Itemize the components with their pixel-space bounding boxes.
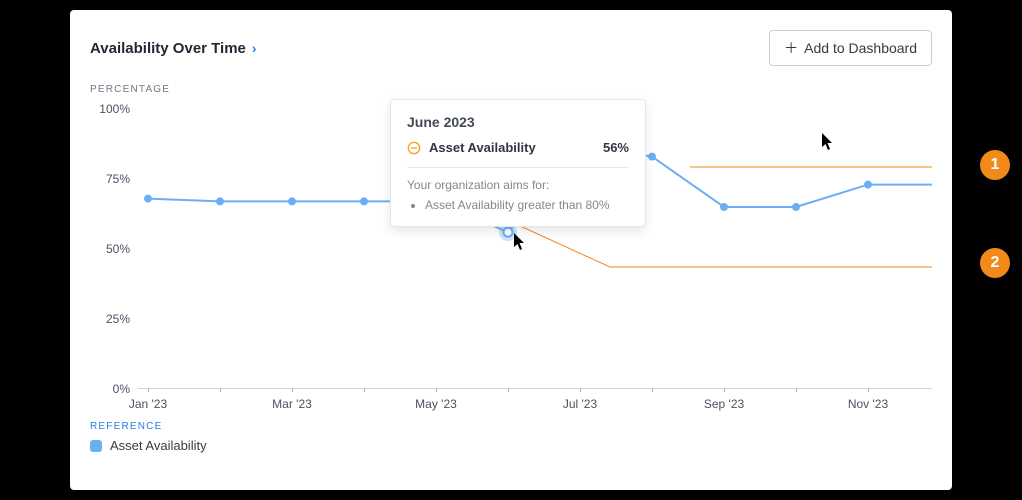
chevron-right-icon: ›	[252, 40, 257, 56]
card-header: Availability Over Time › ＋ Add to Dashbo…	[90, 30, 932, 66]
y-axis-label: PERCENTAGE	[90, 84, 932, 95]
legend-swatch	[90, 440, 102, 452]
tooltip-context: Your organization aims for: Asset Availa…	[407, 168, 629, 212]
legend-title: REFERENCE	[90, 421, 932, 432]
x-tick: Nov '23	[848, 397, 888, 411]
card-title: Availability Over Time	[90, 40, 246, 57]
y-tick: 25%	[90, 312, 130, 326]
callout-2-label: 2	[991, 254, 1000, 272]
tooltip-series-value: 56%	[603, 140, 629, 155]
x-tick: Jan '23	[129, 397, 167, 411]
x-tick: Sep '23	[704, 397, 744, 411]
y-tick: 75%	[90, 172, 130, 186]
tooltip-context-label: Your organization aims for:	[407, 178, 629, 192]
add-button-label: Add to Dashboard	[804, 40, 917, 56]
legend-item[interactable]: Asset Availability	[90, 438, 932, 453]
x-tick: Jul '23	[563, 397, 597, 411]
tooltip-series-label: Asset Availability	[429, 140, 536, 155]
tooltip-context-goal: Asset Availability greater than 80%	[425, 198, 629, 212]
callout-2: 2	[980, 248, 1010, 278]
tooltip-row: Asset Availability 56%	[407, 140, 629, 168]
add-to-dashboard-button[interactable]: ＋ Add to Dashboard	[769, 30, 932, 66]
callout-1-label: 1	[991, 156, 1000, 174]
x-tick: May '23	[415, 397, 457, 411]
plus-icon: ＋	[784, 38, 798, 58]
tooltip-title: June 2023	[407, 114, 629, 130]
y-tick: 0%	[90, 382, 130, 396]
plot-wrap: 0% 25% 50% 75% 100% Jan '23 Mar '23 May …	[90, 99, 932, 409]
callout-1: 1	[980, 150, 1010, 180]
chart-card: Availability Over Time › ＋ Add to Dashbo…	[70, 10, 952, 490]
card-title-link[interactable]: Availability Over Time ›	[90, 40, 257, 57]
y-tick: 50%	[90, 242, 130, 256]
legend: REFERENCE Asset Availability	[90, 421, 932, 453]
tooltip: June 2023 Asset Availability 56% Your or…	[390, 99, 646, 227]
legend-item-label: Asset Availability	[110, 438, 207, 453]
x-tick: Mar '23	[272, 397, 312, 411]
warning-icon	[407, 141, 421, 155]
y-tick: 100%	[90, 102, 130, 116]
